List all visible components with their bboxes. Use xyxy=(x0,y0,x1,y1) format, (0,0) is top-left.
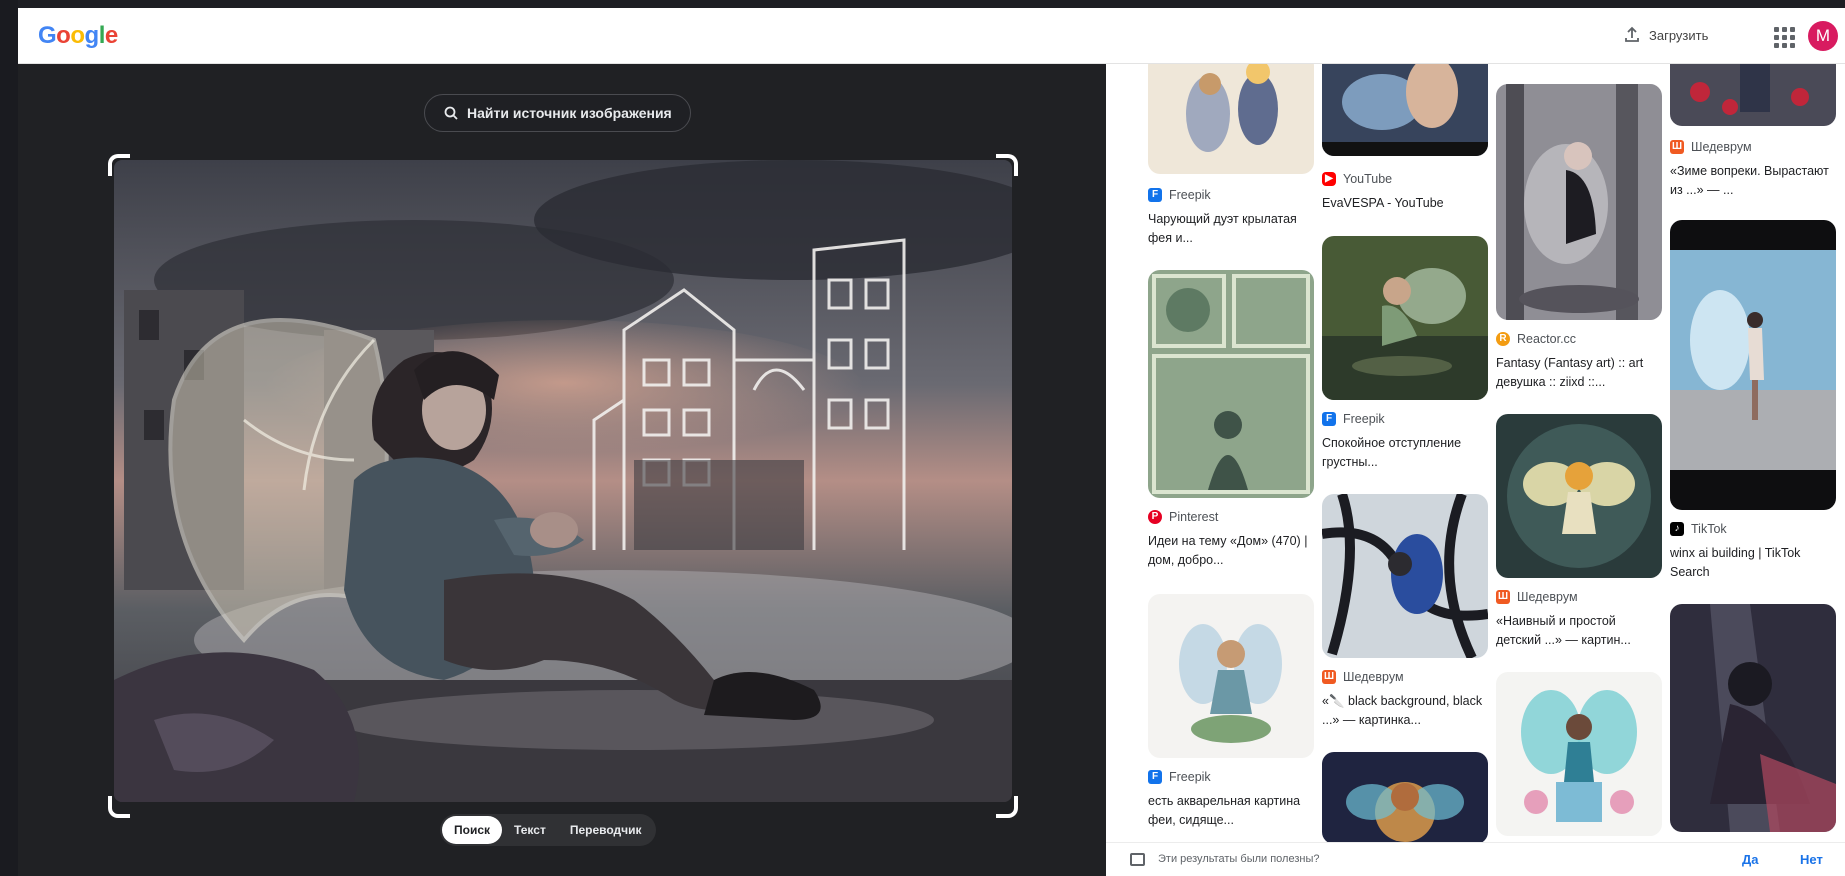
feedback-question: Эти результаты были полезны? xyxy=(1158,853,1320,865)
freepik-icon: F xyxy=(1322,412,1336,426)
upload-icon xyxy=(1625,26,1639,42)
result-source[interactable]: Ш Шедеврум xyxy=(1322,670,1404,684)
crop-corner-bottom-left[interactable] xyxy=(108,796,130,818)
lens-mode-switch: Поиск Текст Переводчик xyxy=(440,814,656,846)
result-title[interactable]: EvaVESPA - YouTube xyxy=(1322,194,1488,213)
upload-label: Загрузить xyxy=(1649,27,1709,43)
result-thumbnail[interactable] xyxy=(1322,752,1488,844)
result-title[interactable]: Чарующий дуэт крылатая фея и... xyxy=(1148,210,1314,248)
google-logo[interactable]: Google xyxy=(38,22,118,50)
tab-translate[interactable]: Переводчик xyxy=(558,816,654,844)
visual-matches-panel: F Freepik Чарующий дуэт крылатая фея и...… xyxy=(1106,64,1845,876)
browser-frame: Google Загрузить M Найти источник изобра… xyxy=(18,0,1845,876)
result-title[interactable]: «🔪 black background, black ...» — картин… xyxy=(1322,692,1488,730)
result-source[interactable]: R Reactor.cc xyxy=(1496,332,1576,346)
result-source[interactable]: P Pinterest xyxy=(1148,510,1218,524)
crop-corner-bottom-right[interactable] xyxy=(996,796,1018,818)
result-source[interactable]: F Freepik xyxy=(1148,188,1211,202)
freepik-icon: F xyxy=(1148,770,1162,784)
crop-corner-top-right[interactable] xyxy=(996,154,1018,176)
top-bar: Google Загрузить M xyxy=(18,8,1845,64)
result-source[interactable]: ▶ YouTube xyxy=(1322,172,1392,186)
result-thumbnail[interactable] xyxy=(1322,64,1488,156)
tab-search[interactable]: Поиск xyxy=(442,816,503,844)
result-thumbnail[interactable] xyxy=(1322,494,1488,658)
result-thumbnail[interactable] xyxy=(1148,64,1314,174)
result-title[interactable]: «Наивный и простой детский ...» — картин… xyxy=(1496,612,1662,650)
result-source[interactable]: Ш Шедеврум xyxy=(1670,140,1752,154)
shedevrum-icon: Ш xyxy=(1670,140,1684,154)
result-thumbnail[interactable] xyxy=(1496,414,1662,578)
feedback-yes-button[interactable]: Да xyxy=(1742,852,1759,867)
youtube-icon: ▶ xyxy=(1322,172,1336,186)
result-thumbnail[interactable] xyxy=(1148,270,1314,498)
result-source[interactable]: ♪ TikTok xyxy=(1670,522,1727,536)
tab-text[interactable]: Текст xyxy=(502,816,558,844)
logo-letter: o xyxy=(70,22,85,49)
freepik-icon: F xyxy=(1148,188,1162,202)
uploaded-image[interactable] xyxy=(114,160,1012,802)
result-thumbnail[interactable] xyxy=(1322,236,1488,400)
find-source-label: Найти источник изображения xyxy=(467,105,672,121)
apps-grid-icon[interactable] xyxy=(1770,23,1796,49)
result-title[interactable]: winx ai building | TikTok Search xyxy=(1670,544,1836,582)
crop-corner-top-left[interactable] xyxy=(108,154,130,176)
result-thumbnail[interactable] xyxy=(1670,220,1836,510)
result-thumbnail[interactable] xyxy=(1496,672,1662,836)
result-source[interactable]: F Freepik xyxy=(1322,412,1385,426)
result-thumbnail[interactable] xyxy=(1670,64,1836,126)
logo-letter: G xyxy=(38,22,57,49)
feedback-bar: Эти результаты были полезны? Да Нет xyxy=(1106,842,1845,876)
result-title[interactable]: Идеи на тему «Дом» (470) | дом, добро... xyxy=(1148,532,1314,570)
logo-letter: e xyxy=(104,22,118,49)
result-title[interactable]: Fantasy (Fantasy art) :: art девушка :: … xyxy=(1496,354,1662,392)
shedevrum-icon: Ш xyxy=(1496,590,1510,604)
result-title[interactable]: «Зиме вопреки. Вырастают из ...» — ... xyxy=(1670,162,1836,200)
result-thumbnail[interactable] xyxy=(1148,594,1314,758)
result-source[interactable]: F Freepik xyxy=(1148,770,1211,784)
logo-letter: g xyxy=(84,22,100,49)
result-title[interactable]: есть акварельная картина феи, сидяще... xyxy=(1148,792,1314,830)
fairy-painting xyxy=(114,160,1012,802)
reactor-icon: R xyxy=(1496,332,1510,346)
logo-letter: o xyxy=(56,22,71,49)
feedback-no-button[interactable]: Нет xyxy=(1800,852,1823,867)
lens-image-panel: Найти источник изображения Поиск Текст П… xyxy=(18,64,1106,876)
feedback-icon xyxy=(1130,853,1145,866)
result-thumbnail[interactable] xyxy=(1496,84,1662,320)
pinterest-icon: P xyxy=(1148,510,1162,524)
avatar[interactable]: M xyxy=(1808,21,1838,51)
shedevrum-icon: Ш xyxy=(1322,670,1336,684)
upload-button[interactable]: Загрузить xyxy=(1623,26,1708,44)
result-title[interactable]: Спокойное отступление грустны... xyxy=(1322,434,1488,472)
result-thumbnail[interactable] xyxy=(1670,604,1836,832)
lens-search-icon xyxy=(444,106,458,120)
result-source[interactable]: Ш Шедеврум xyxy=(1496,590,1578,604)
tiktok-icon: ♪ xyxy=(1670,522,1684,536)
find-source-button[interactable]: Найти источник изображения xyxy=(424,94,691,132)
